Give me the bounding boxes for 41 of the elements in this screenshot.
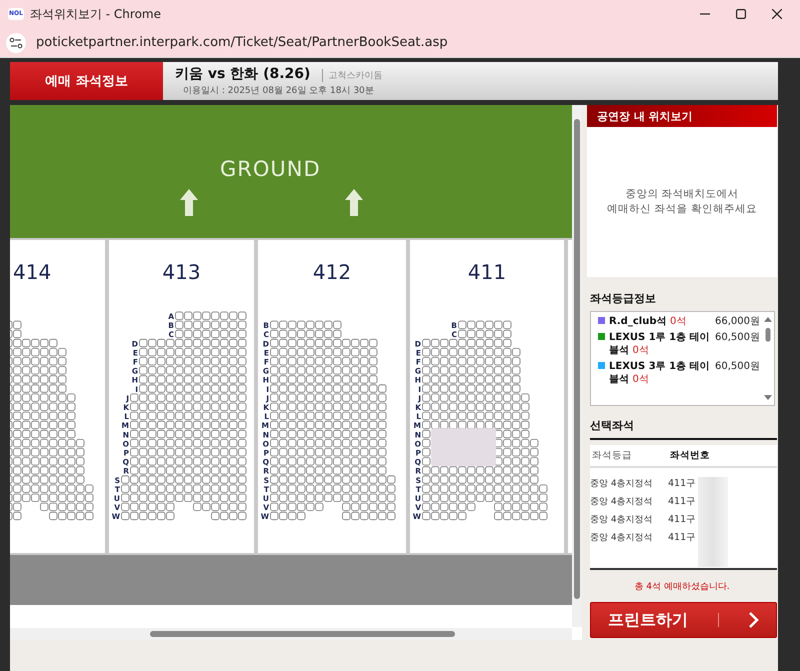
- section-number: 412: [312, 259, 352, 286]
- redaction-block: [431, 428, 496, 466]
- print-button[interactable]: 프린트하기: [590, 602, 777, 638]
- up-arrow-icon: [180, 189, 198, 216]
- event-date: 이용일시 : 2025년 08월 26일 오후 18시 30분: [182, 85, 374, 97]
- chevron-right-icon: [749, 612, 759, 628]
- ground-label: GROUND: [220, 157, 321, 181]
- table-cell-text: 중앙 4층지정석: [590, 532, 654, 544]
- vertical-scrollbar[interactable]: [572, 105, 582, 627]
- grade-price: 60,500원: [715, 331, 760, 345]
- column-header: 좌석번호: [669, 449, 711, 462]
- grade-name: LEXUS 3루 1층 테이블석 0석: [609, 360, 711, 386]
- table-cell-text: 중앙 4층지정석: [590, 496, 654, 508]
- panel-title: 공연장 내 위치보기: [587, 105, 777, 127]
- table-cell: 411구: [668, 494, 696, 508]
- grade-price: 60,500원: [715, 360, 760, 374]
- table-cell-text: 중앙 4층지정석: [590, 514, 654, 526]
- section-number: 413: [161, 259, 202, 286]
- venue-name: 고척스카이돔: [322, 69, 382, 82]
- window-title: 좌석위치보기 - Chrome: [30, 6, 162, 22]
- tune-icon[interactable]: [6, 32, 26, 52]
- booking-total: 총 4석 예매하셨습니다.: [633, 581, 731, 593]
- table-cell: 411구: [668, 512, 696, 526]
- location-message: 중앙의 좌석배치도에서 예매하신 좌석을 확인해주세요: [607, 186, 757, 217]
- section-number: 414: [12, 259, 52, 286]
- up-arrow-icon: [345, 189, 363, 216]
- horizontal-scrollbar[interactable]: [10, 628, 572, 640]
- table-cell: 411구: [668, 530, 696, 544]
- scrollbar-drawing[interactable]: [764, 316, 772, 401]
- section-number: 411: [466, 259, 508, 286]
- maximize-icon[interactable]: [736, 9, 746, 19]
- section-title: 선택좌석: [590, 418, 777, 440]
- grade-price: 66,000원: [715, 315, 760, 328]
- table-cell: 411구: [668, 476, 696, 490]
- close-icon[interactable]: [772, 9, 782, 19]
- table-cell-text: 중앙 4층지정석: [590, 478, 654, 490]
- column-header: 좌석등급: [591, 449, 633, 462]
- section-title: 좌석등급정보: [590, 291, 657, 306]
- event-title: 키움 vs 한화 (8.26): [175, 65, 310, 83]
- grade-name: R.d_club석 0석: [609, 315, 688, 328]
- grade-name: LEXUS 1루 1층 테이블석 0석: [609, 331, 711, 357]
